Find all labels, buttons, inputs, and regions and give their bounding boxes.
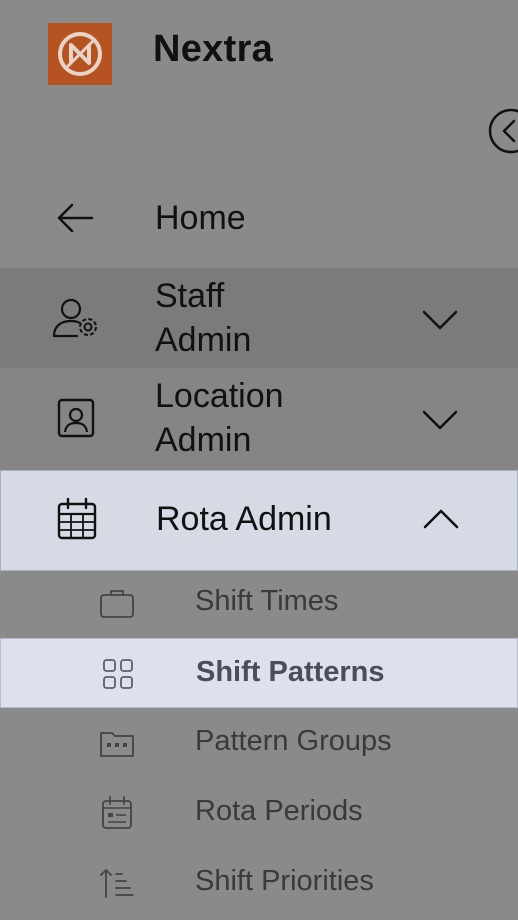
grid-icon	[103, 659, 133, 689]
submenu-item-rota-periods[interactable]: Rota Periods	[0, 778, 518, 848]
id-badge-icon	[57, 398, 95, 438]
submenu-item-shift-patterns[interactable]: Shift Patterns	[0, 638, 518, 708]
arrow-left-icon	[57, 203, 94, 233]
chevron-down-icon	[422, 410, 458, 430]
chevron-up-icon	[423, 509, 459, 529]
nav-item-label-line2: Admin	[155, 321, 252, 359]
calendar-list-icon	[102, 796, 132, 829]
nav-item-label-line1: Location	[155, 377, 284, 415]
calendar-icon	[57, 497, 97, 540]
submenu-item-pattern-groups[interactable]: Pattern Groups	[0, 708, 518, 778]
brand-name: Nextra	[153, 28, 274, 70]
briefcase-icon	[100, 590, 134, 618]
folder-dots-icon	[100, 732, 134, 757]
submenu-item-label: Shift Patterns	[196, 656, 385, 688]
submenu-item-label: Shift Times	[195, 585, 339, 617]
nav-item-label-line1: Staff	[155, 277, 225, 315]
nav-item-home[interactable]: Home	[0, 168, 518, 268]
sort-ascending-icon	[100, 869, 134, 898]
nav-item-rota-admin[interactable]: Rota Admin	[0, 470, 518, 571]
nav-item-label: Rota Admin	[156, 500, 332, 538]
nav-item-label: Home	[155, 199, 246, 237]
submenu-item-label: Rota Periods	[195, 795, 363, 827]
nextra-logo-icon	[58, 32, 102, 76]
submenu-item-label: Shift Priorities	[195, 865, 374, 897]
user-gear-icon	[52, 298, 97, 338]
submenu-item-label: Pattern Groups	[195, 725, 392, 757]
chevron-left-circle-icon	[488, 108, 518, 154]
collapse-sidebar-button[interactable]	[488, 108, 518, 154]
submenu-item-shift-times[interactable]: Shift Times	[0, 568, 518, 638]
brand-logo	[48, 23, 112, 85]
submenu-item-shift-priorities[interactable]: Shift Priorities	[0, 848, 518, 918]
nav-item-location-admin[interactable]: Location Admin	[0, 368, 518, 470]
chevron-down-icon	[422, 310, 458, 330]
nav-item-label-line2: Admin	[155, 421, 252, 459]
nav-item-staff-admin[interactable]: Staff Admin	[0, 268, 518, 368]
